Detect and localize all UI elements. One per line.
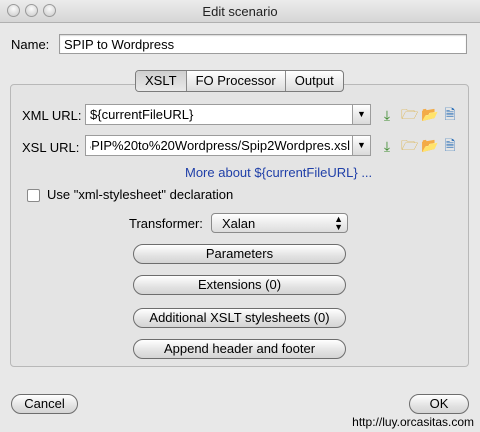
xml-stylesheet-label: Use "xml-stylesheet" declaration — [47, 187, 234, 202]
tab-fo-processor[interactable]: FO Processor — [187, 71, 286, 91]
updown-arrows-icon: ▲ ▼ — [334, 214, 343, 232]
additional-xslt-stylesheets-button[interactable]: Additional XSLT stylesheets (0) — [133, 308, 346, 328]
name-input[interactable]: SPIP to Wordpress — [59, 34, 467, 54]
xsl-url-value: SPIP%20to%20Wordpress/Spip2Wordpres.xsl — [90, 138, 350, 153]
parameters-button[interactable]: Parameters — [133, 244, 346, 264]
xml-stylesheet-checkbox[interactable] — [27, 189, 40, 202]
xml-url-combo[interactable]: ${currentFileURL} ▼ — [85, 104, 371, 125]
xsl-insert-editor-variable-icon[interactable]: ⤓ — [379, 138, 395, 154]
more-about-link[interactable]: More about ${currentFileURL} ... — [185, 165, 372, 180]
xml-url-dropdown-icon[interactable]: ▼ — [352, 105, 370, 124]
xml-browse-url-icon[interactable]: 📂 — [421, 106, 438, 122]
tab-bar: XSLT FO Processor Output — [135, 70, 344, 92]
title-bar: Edit scenario — [0, 0, 480, 23]
xml-open-in-editor-icon[interactable]: 🗎 — [442, 106, 458, 122]
xsl-url-dropdown-icon[interactable]: ▼ — [352, 136, 370, 155]
xml-insert-editor-variable-icon[interactable]: ⤓ — [379, 107, 395, 123]
name-label: Name: — [11, 37, 50, 52]
xsl-browse-url-icon[interactable]: 📂 — [421, 137, 438, 153]
tab-xslt[interactable]: XSLT — [136, 71, 187, 91]
window-title: Edit scenario — [202, 4, 278, 19]
xsl-open-in-editor-icon[interactable]: 🗎 — [442, 137, 458, 153]
watermark: http://luy.orcasitas.com — [352, 415, 474, 429]
xml-url-label: XML URL: — [22, 108, 82, 123]
tab-output[interactable]: Output — [286, 71, 343, 91]
transformer-value: Xalan — [222, 216, 256, 231]
transformer-select[interactable]: Xalan ▲ ▼ — [211, 213, 348, 233]
cancel-button[interactable]: Cancel — [11, 394, 78, 414]
transformer-label: Transformer: — [129, 216, 203, 231]
xml-url-value: ${currentFileURL} — [90, 107, 194, 122]
xsl-url-combo[interactable]: SPIP%20to%20Wordpress/Spip2Wordpres.xsl … — [85, 135, 371, 156]
xsl-url-label: XSL URL: — [22, 140, 80, 155]
ok-button[interactable]: OK — [409, 394, 469, 414]
append-header-footer-button[interactable]: Append header and footer — [133, 339, 346, 359]
xml-browse-folder-icon[interactable]: 🗁 — [401, 106, 418, 122]
extensions-button[interactable]: Extensions (0) — [133, 275, 346, 295]
xsl-browse-folder-icon[interactable]: 🗁 — [401, 137, 418, 153]
